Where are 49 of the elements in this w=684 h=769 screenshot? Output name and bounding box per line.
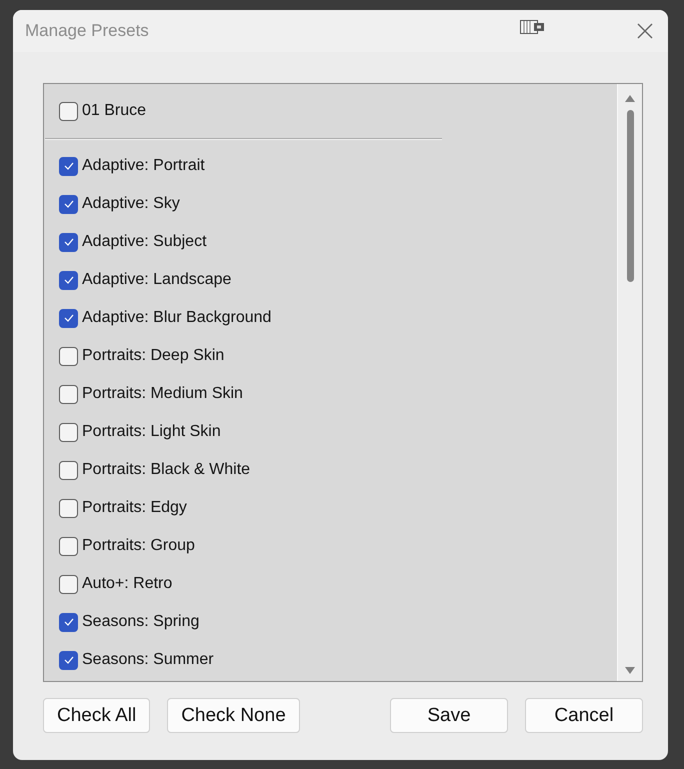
scroll-up-arrow-icon[interactable] bbox=[625, 95, 635, 102]
panel-icon[interactable] bbox=[520, 20, 544, 34]
preset-label[interactable]: Adaptive: Subject bbox=[82, 233, 207, 251]
close-icon bbox=[637, 23, 653, 39]
preset-label[interactable]: Portraits: Deep Skin bbox=[82, 347, 224, 365]
scroll-down-arrow-icon[interactable] bbox=[625, 667, 635, 674]
preset-label[interactable]: Portraits: Light Skin bbox=[82, 423, 221, 441]
close-button[interactable] bbox=[636, 22, 654, 40]
checkbox[interactable] bbox=[59, 194, 78, 214]
checkbox[interactable] bbox=[59, 384, 78, 404]
dialog-button[interactable]: Save bbox=[390, 698, 508, 733]
preset-label[interactable]: 01 Bruce bbox=[82, 102, 146, 120]
preset-label[interactable]: Adaptive: Sky bbox=[82, 195, 180, 213]
preset-label[interactable]: Portraits: Group bbox=[82, 537, 195, 555]
preset-label[interactable]: Adaptive: Landscape bbox=[82, 271, 232, 289]
scrollbar[interactable] bbox=[617, 84, 642, 681]
checkmark-icon bbox=[64, 238, 74, 246]
dialog-button[interactable]: Cancel bbox=[525, 698, 643, 733]
dialog-button[interactable]: Check All bbox=[43, 698, 150, 733]
checkmark-icon bbox=[64, 276, 74, 284]
checkmark-icon bbox=[64, 162, 74, 170]
preset-label[interactable]: Auto+: Retro bbox=[82, 575, 172, 593]
checkbox[interactable] bbox=[59, 650, 78, 670]
checkbox[interactable] bbox=[59, 536, 78, 556]
checkbox[interactable] bbox=[59, 422, 78, 442]
checkmark-icon bbox=[64, 618, 74, 626]
checkbox[interactable] bbox=[59, 270, 78, 290]
window-title: Manage Presets bbox=[25, 21, 150, 41]
checkbox[interactable] bbox=[59, 232, 78, 252]
checkbox[interactable] bbox=[59, 574, 78, 594]
checkbox[interactable] bbox=[59, 346, 78, 366]
checkbox[interactable] bbox=[59, 308, 78, 328]
checkbox[interactable] bbox=[59, 498, 78, 518]
preset-label[interactable]: Portraits: Edgy bbox=[82, 499, 187, 517]
checkmark-icon bbox=[64, 656, 74, 664]
dialog-button[interactable]: Check None bbox=[167, 698, 300, 733]
checkbox[interactable] bbox=[59, 102, 78, 120]
checkbox[interactable] bbox=[59, 156, 78, 176]
checkbox[interactable] bbox=[59, 612, 78, 632]
checkbox[interactable] bbox=[59, 460, 78, 480]
scrollbar-thumb[interactable] bbox=[626, 110, 634, 282]
checkmark-icon bbox=[64, 314, 74, 322]
preset-label[interactable]: Adaptive: Portrait bbox=[82, 157, 205, 175]
preset-label[interactable]: Seasons: Summer bbox=[82, 651, 214, 669]
preset-label[interactable]: Portraits: Black & White bbox=[82, 461, 250, 479]
preset-label[interactable]: Adaptive: Blur Background bbox=[82, 309, 272, 327]
checkmark-icon bbox=[64, 200, 74, 208]
preset-label[interactable]: Portraits: Medium Skin bbox=[82, 385, 243, 403]
preset-label[interactable]: Seasons: Spring bbox=[82, 613, 200, 631]
